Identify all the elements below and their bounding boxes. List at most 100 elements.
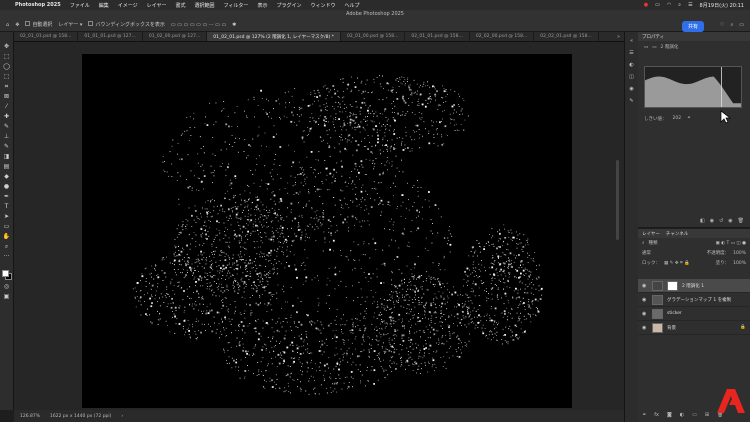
new-adjustment-icon[interactable]: ◐ <box>680 412 684 418</box>
new-group-icon[interactable]: ▭ <box>692 412 697 418</box>
channels-panel-icon[interactable]: ◉ <box>629 86 633 92</box>
battery-icon[interactable]: ▭ <box>655 2 660 8</box>
visibility-icon[interactable]: ◉ <box>728 218 732 224</box>
marquee-tool-icon[interactable]: ⬚ <box>3 54 11 60</box>
quick-mask-icon[interactable]: ◎ <box>3 284 11 290</box>
trash-icon[interactable]: 🗑 <box>738 218 744 224</box>
eye-icon[interactable]: ◉ <box>642 311 648 317</box>
tab-doc-active[interactable]: 01_02_01.psd @ 127% (2 階調化 1, レイヤーマスク/8)… <box>207 32 341 41</box>
reset-icon[interactable]: ↺ <box>719 218 723 224</box>
tab-layers[interactable]: レイヤー <box>642 231 660 237</box>
lock-icon[interactable]: 🔒 <box>740 325 746 330</box>
tab-doc[interactable]: 02_02_00.psd @ 158... <box>470 32 535 41</box>
tab-channels[interactable]: チャンネル <box>666 231 688 237</box>
type-tool-icon[interactable]: T <box>3 204 11 210</box>
layer-thumbnail[interactable] <box>652 294 663 305</box>
fill-value[interactable]: 100% <box>733 261 746 266</box>
mask-icon[interactable]: ▭ <box>652 45 656 50</box>
eye-icon[interactable]: ◉ <box>642 325 648 331</box>
layer-row[interactable]: ◉ sticker <box>638 307 750 321</box>
heart-icon[interactable]: ♡ <box>720 22 724 28</box>
histogram[interactable] <box>644 66 742 108</box>
menu-select[interactable]: 選択範囲 <box>195 2 215 9</box>
menu-view[interactable]: 表示 <box>257 2 267 9</box>
layer-name[interactable]: 背景 <box>667 325 676 331</box>
paths-panel-icon[interactable]: ✎ <box>629 98 633 104</box>
frame-tool-icon[interactable]: ⊠ <box>3 94 11 100</box>
brush-tool-icon[interactable]: ✎ <box>3 124 11 130</box>
layer-row[interactable]: ◉ グラデーションマップ 1 を複製 <box>638 293 750 307</box>
path-select-tool-icon[interactable]: ➤ <box>3 214 11 220</box>
menu-plugins[interactable]: プラグイン <box>276 2 301 9</box>
blend-mode-dropdown[interactable]: 通常 <box>642 250 651 256</box>
layer-row[interactable]: ◉ 2 階調化 1 <box>638 279 750 293</box>
adjustments-panel-icon[interactable]: ◐ <box>629 62 633 68</box>
show-bbox-checkbox[interactable]: バウンディングボックスを表示 <box>88 21 165 28</box>
menu-edit[interactable]: 編集 <box>99 2 109 9</box>
app-menu[interactable]: Photoshop 2025 <box>15 2 61 8</box>
gradient-tool-icon[interactable]: ▤ <box>3 164 11 170</box>
opacity-value[interactable]: 100% <box>733 251 746 256</box>
collapse-icon[interactable]: « <box>630 38 633 44</box>
eye-icon[interactable]: ◉ <box>642 297 648 303</box>
more-tools-icon[interactable]: ··· <box>3 254 11 260</box>
layer-thumbnail[interactable] <box>652 308 663 319</box>
zoom-level[interactable]: 126.87% <box>20 414 40 419</box>
document-size[interactable]: 1622 px x 1440 px (72 ppi) <box>50 414 111 419</box>
vertical-scrollbar[interactable] <box>616 160 619 240</box>
auto-select-target-dropdown[interactable]: レイヤー ▾ <box>58 21 82 28</box>
adjustment-thumbnail[interactable] <box>652 280 663 291</box>
layer-thumbnail[interactable] <box>652 322 663 333</box>
more-tabs-icon[interactable]: » <box>613 32 624 41</box>
layers-panel-icon[interactable]: ◫ <box>629 74 634 80</box>
tab-doc[interactable]: 01_01_01.psd @ 127... <box>78 32 143 41</box>
layer-name[interactable]: sticker <box>667 311 682 316</box>
eye-icon[interactable]: ◉ <box>642 283 648 289</box>
settings-icon[interactable]: ✱ <box>232 22 236 28</box>
move-tool-icon[interactable]: ✥ <box>15 22 19 28</box>
screen-mode-icon[interactable]: ▣ <box>3 294 11 300</box>
hand-tool-icon[interactable]: ✋ <box>3 234 11 240</box>
eyedropper-tool-icon[interactable]: ⁄ <box>3 104 11 110</box>
menu-file[interactable]: ファイル <box>70 2 90 9</box>
pen-tool-icon[interactable]: ✒ <box>3 194 11 200</box>
record-icon[interactable]: ● <box>644 2 648 8</box>
mask-thumbnail[interactable] <box>667 280 678 291</box>
layer-filter-dropdown[interactable]: 種類 <box>649 240 658 246</box>
align-icons[interactable]: ▭ ▭ ▭ ▭ ▭ ▭ ··· ▭ ▭ <box>171 22 226 28</box>
new-layer-icon[interactable]: ⊞ <box>705 412 709 418</box>
search-icon[interactable]: ⌕ <box>730 22 733 28</box>
tab-doc[interactable]: 02_01_00.psd @ 158... <box>341 32 406 41</box>
color-swatches[interactable] <box>1 270 12 280</box>
link-icon[interactable]: ⚭ <box>687 116 691 122</box>
chevron-right-icon[interactable]: › <box>121 414 123 419</box>
add-mask-icon[interactable]: ◙ <box>667 412 672 418</box>
threshold-value[interactable]: 202 <box>673 116 682 122</box>
fx-icon[interactable]: fx <box>654 412 659 418</box>
filter-search-icon[interactable]: ⌕ <box>642 240 645 246</box>
tab-doc[interactable]: 02_02_01.psd @ 158... <box>534 32 599 41</box>
view-previous-icon[interactable]: ◉ <box>710 218 714 224</box>
clip-icon[interactable]: ◧ <box>700 218 705 224</box>
search-icon[interactable]: ⌕ <box>678 2 681 8</box>
menu-window[interactable]: ウィンドウ <box>310 2 335 9</box>
layer-row[interactable]: ◉ 背景 🔒 <box>638 321 750 335</box>
link-layers-icon[interactable]: ⚭ <box>642 412 646 418</box>
menu-help[interactable]: ヘルプ <box>344 2 359 9</box>
tab-doc[interactable]: 02_01_01.psd @ 158... <box>14 32 79 41</box>
layer-name[interactable]: 2 階調化 1 <box>682 283 704 289</box>
menu-type[interactable]: 書式 <box>176 2 186 9</box>
move-tool-icon[interactable]: ✥ <box>3 44 11 50</box>
lock-icons[interactable]: ▦ ✎ ✥ ⌗ 🔒 <box>664 260 690 266</box>
zoom-tool-icon[interactable]: ⌕ <box>3 244 11 250</box>
wifi-icon[interactable]: ◠ <box>667 2 671 8</box>
share-button[interactable]: 共有 <box>681 21 704 32</box>
tab-doc[interactable]: 02_01_01.psd @ 158... <box>405 32 470 41</box>
foreground-color-swatch[interactable] <box>1 270 9 277</box>
menu-image[interactable]: イメージ <box>118 2 138 9</box>
tab-doc[interactable]: 01_02_00.psd @ 127... <box>143 32 208 41</box>
eraser-tool-icon[interactable]: ◨ <box>3 154 11 160</box>
filter-icons[interactable]: ▣ ◐ T ▭ ◫ ● <box>715 241 746 246</box>
layer-name[interactable]: グラデーションマップ 1 を複製 <box>667 297 731 303</box>
auto-select-checkbox[interactable]: 自動選択 <box>25 21 52 28</box>
